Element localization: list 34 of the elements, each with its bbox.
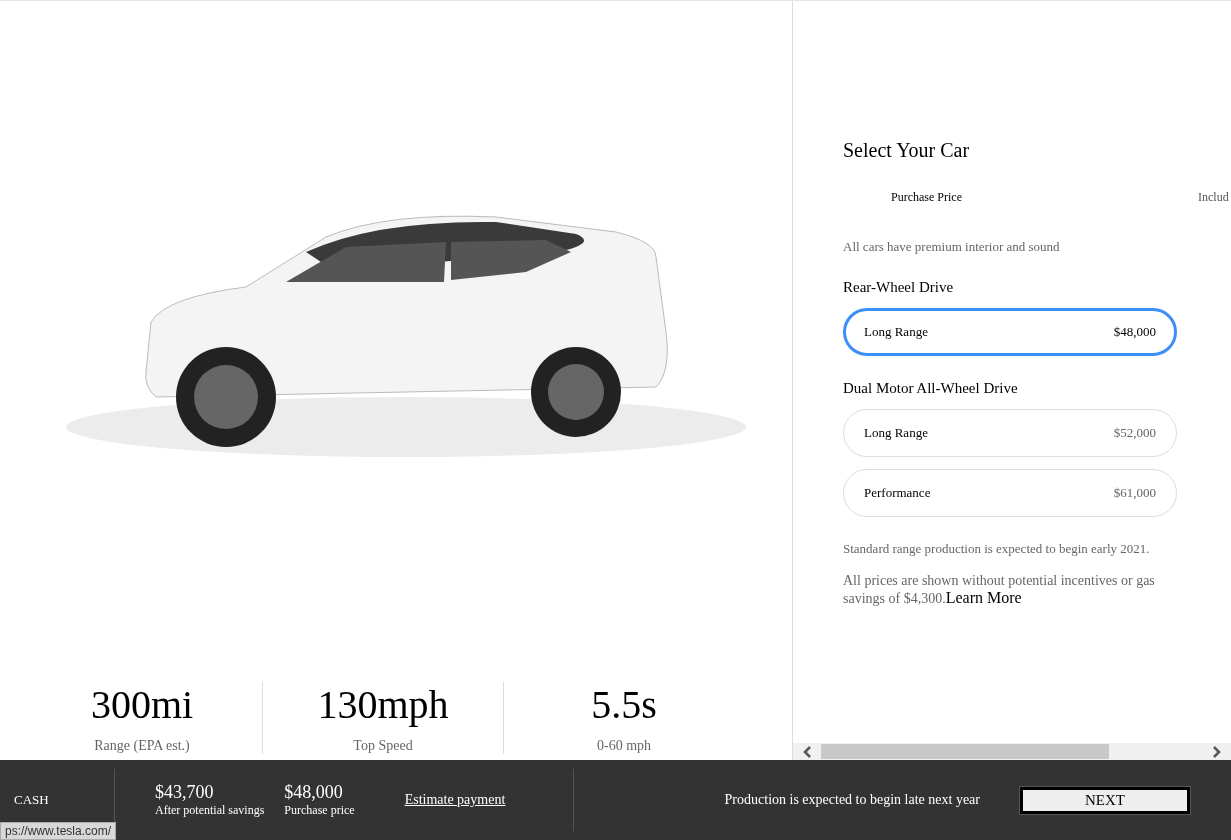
trim-option[interactable]: Long Range $48,000	[843, 308, 1177, 356]
price-amount: $43,700	[155, 782, 215, 803]
group-heading: Rear-Wheel Drive	[843, 279, 955, 296]
stat-label: 0-60 mph	[596, 738, 652, 754]
disclaimer: All prices are shown without potential incentives or gas savings of $4,300.Learn More	[843, 573, 1156, 607]
trim-name: Long Range	[864, 324, 928, 340]
payment-type[interactable]: CASH	[14, 792, 49, 808]
group-heading: Dual Motor All-Wheel Drive	[843, 380, 1019, 397]
scroll-right-icon[interactable]	[1211, 745, 1221, 758]
trim-name: Long Range	[864, 425, 928, 441]
stat-value: 300mi	[90, 682, 194, 728]
trim-price: $61,000	[1113, 485, 1156, 501]
estimate-payment-link[interactable]: Estimate payment	[404, 792, 506, 808]
status-url-tooltip: ps://www.tesla.com/	[0, 822, 117, 840]
stat-value: 5.5s	[591, 682, 657, 728]
panel-title: Select Your Car	[843, 139, 971, 162]
price-view-tab[interactable]: Purchase Price	[891, 190, 962, 205]
production-note: Production is expected to begin late next year	[724, 792, 980, 808]
stat-value: 130mph	[317, 682, 449, 728]
learn-more-link[interactable]: Learn More	[945, 589, 1022, 606]
trim-price: $48,000	[1113, 324, 1156, 340]
price-label: Purchase price	[284, 803, 355, 818]
footnote: Standard range production is expected to begin early 2021.	[843, 541, 1151, 557]
trim-price: $52,000	[1113, 425, 1156, 441]
next-button[interactable]: NEXT	[1020, 786, 1190, 814]
horizontal-scrollbar[interactable]	[793, 743, 1231, 760]
panel-note: All cars have premium interior and sound	[843, 239, 1061, 255]
price-amount: $48,000	[284, 782, 344, 803]
trim-name: Performance	[864, 485, 931, 501]
price-view-tab[interactable]: Includ	[1198, 190, 1229, 205]
price-label: After potential savings	[155, 803, 265, 818]
stat-label: Top Speed	[353, 738, 413, 754]
stat-label: Range (EPA est.)	[94, 738, 190, 754]
scroll-left-icon[interactable]	[803, 745, 813, 758]
